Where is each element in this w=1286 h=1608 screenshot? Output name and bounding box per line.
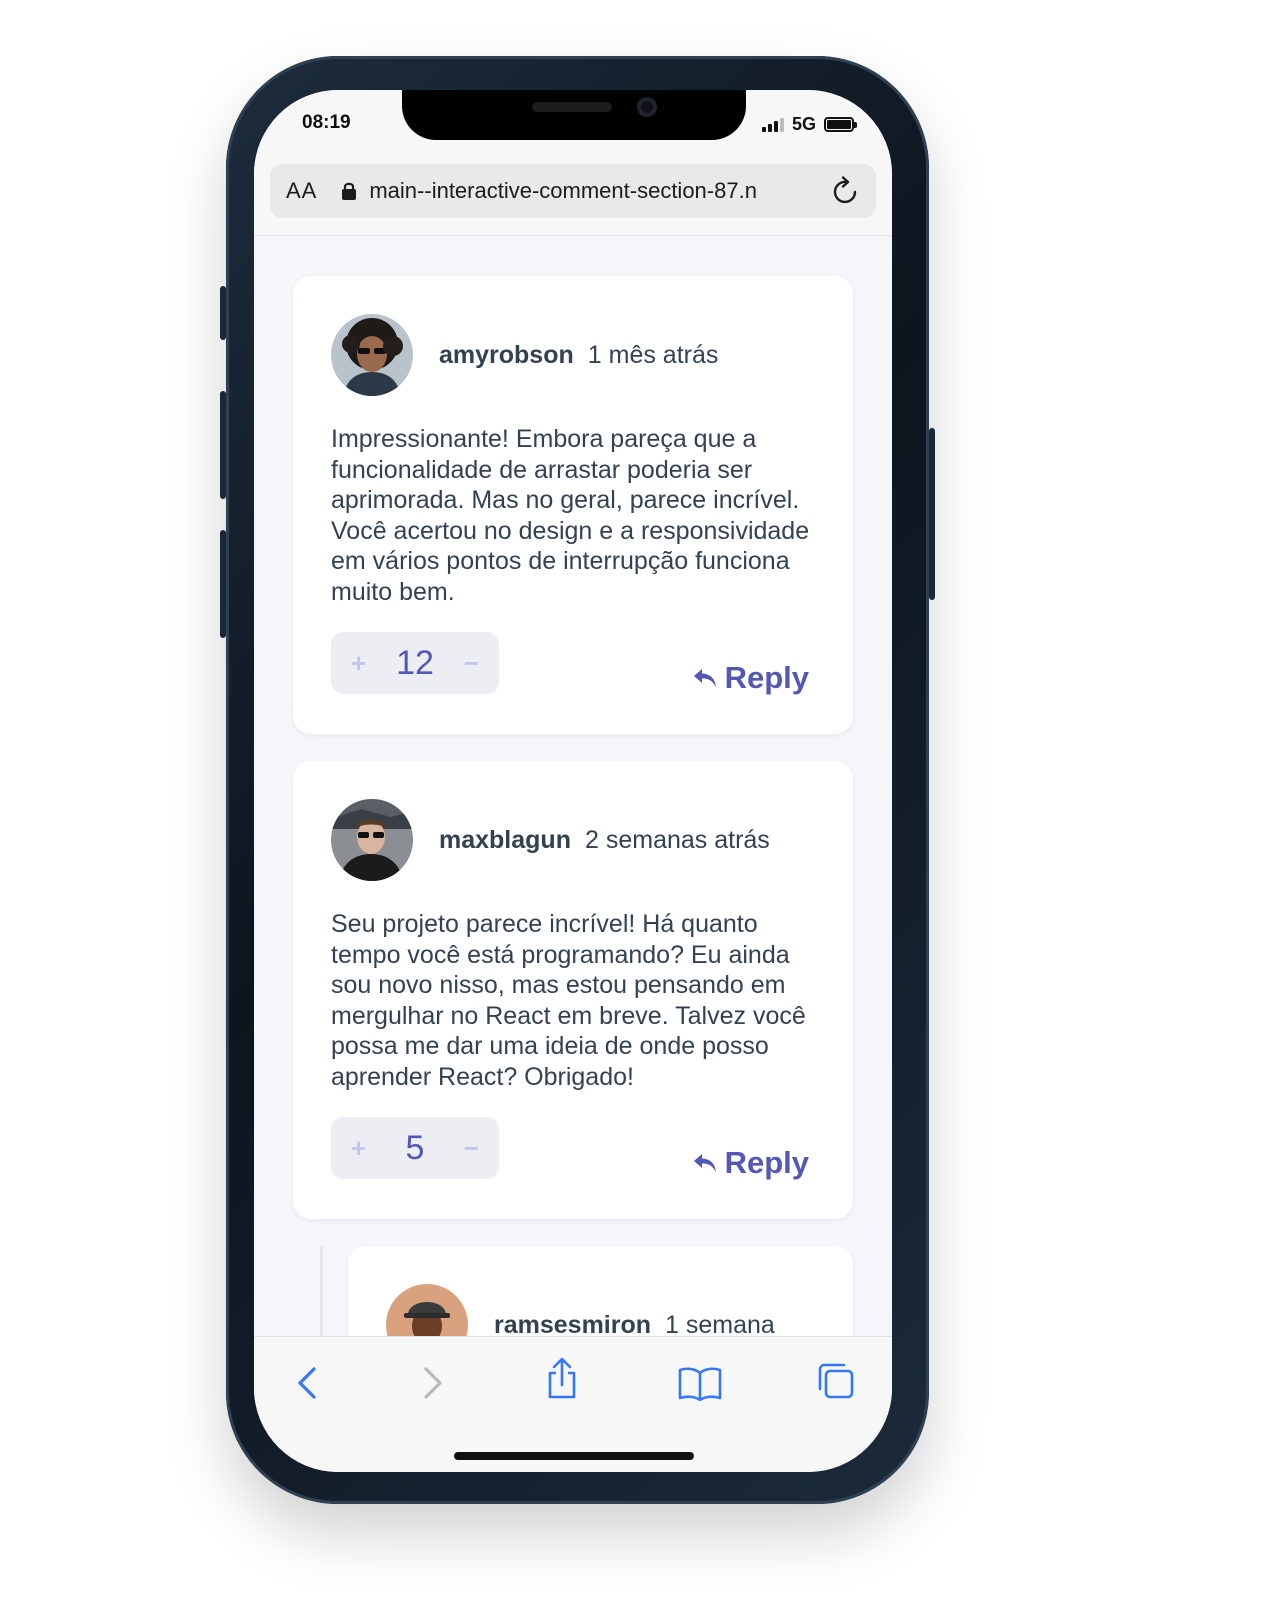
- silent-switch: [220, 286, 226, 340]
- address-bar[interactable]: AA main--interactive-comment-section-87.…: [270, 164, 876, 218]
- comment-card: amyrobson 1 mês atrás Impressionante! Em…: [293, 276, 853, 734]
- home-indicator[interactable]: [454, 1452, 694, 1460]
- notch: [402, 90, 746, 140]
- battery-icon: [824, 117, 857, 132]
- score-value: 12: [396, 643, 434, 682]
- network-label: 5G: [791, 114, 816, 134]
- signal-icon: [761, 117, 784, 132]
- volume-down-button: [220, 530, 226, 638]
- comment-card: maxblagun 2 semanas atrás Seu projeto pa…: [293, 761, 853, 1219]
- volume-up-button: [220, 391, 226, 499]
- username: ramsesmiron: [494, 1310, 652, 1337]
- comments-page[interactable]: amyrobson 1 mês atrás Impressionante! Em…: [254, 236, 892, 1336]
- reply-card: ramsesmiron 1 semana: [348, 1246, 853, 1336]
- status-indicators: 5G: [761, 114, 857, 135]
- url-text: main--interactive-comment-section-87.n: [369, 178, 757, 203]
- power-button: [929, 428, 935, 600]
- bookmarks-icon[interactable]: [678, 1365, 722, 1401]
- reply-icon: [693, 667, 717, 689]
- reply-button[interactable]: Reply: [693, 1145, 809, 1181]
- downvote-button[interactable]: −: [464, 1133, 479, 1164]
- share-icon[interactable]: [544, 1357, 580, 1401]
- camera: [637, 97, 657, 117]
- score-stepper: + 5 −: [331, 1117, 499, 1179]
- tabs-icon[interactable]: [816, 1361, 856, 1401]
- comment-time: 2 semanas atrás: [584, 825, 770, 854]
- reply-label: Reply: [724, 660, 809, 695]
- username: maxblagun: [439, 825, 571, 854]
- avatar: [331, 799, 413, 881]
- upvote-button[interactable]: +: [351, 648, 366, 679]
- score-stepper: + 12 −: [331, 632, 499, 694]
- reply-icon: [693, 1152, 717, 1174]
- avatar: [386, 1284, 468, 1336]
- reload-icon[interactable]: [832, 176, 860, 206]
- reply-thread-line: [320, 1246, 323, 1336]
- back-icon[interactable]: [296, 1363, 320, 1403]
- score-value: 5: [405, 1128, 425, 1167]
- downvote-button[interactable]: −: [464, 648, 479, 679]
- status-time: 08:19: [302, 112, 351, 133]
- screen: amyrobson 1 mês atrás Impressionante! Em…: [254, 90, 892, 1472]
- comment-time: 1 mês atrás: [587, 340, 719, 369]
- browser-toolbar: [254, 1336, 892, 1472]
- username: amyrobson: [439, 340, 574, 369]
- avatar: [331, 314, 413, 396]
- comment-text: Seu projeto parece incrível! Há quanto t…: [331, 910, 806, 1091]
- comment-header: amyrobson 1 mês atrás: [331, 314, 718, 396]
- speaker: [532, 102, 612, 112]
- reply-button[interactable]: Reply: [693, 660, 809, 696]
- phone-frame: amyrobson 1 mês atrás Impressionante! Em…: [220, 56, 935, 1504]
- comment-time: 1 semana: [665, 1310, 775, 1337]
- comment-header: ramsesmiron 1 semana: [386, 1284, 775, 1336]
- comment-text: Impressionante! Embora pareça que a func…: [331, 425, 810, 606]
- upvote-button[interactable]: +: [351, 1133, 366, 1164]
- text-size-button[interactable]: AA: [286, 178, 317, 204]
- forward-icon[interactable]: [420, 1363, 444, 1403]
- lock-icon: [341, 181, 357, 201]
- comment-header: maxblagun 2 semanas atrás: [331, 799, 770, 881]
- reply-label: Reply: [724, 1145, 809, 1180]
